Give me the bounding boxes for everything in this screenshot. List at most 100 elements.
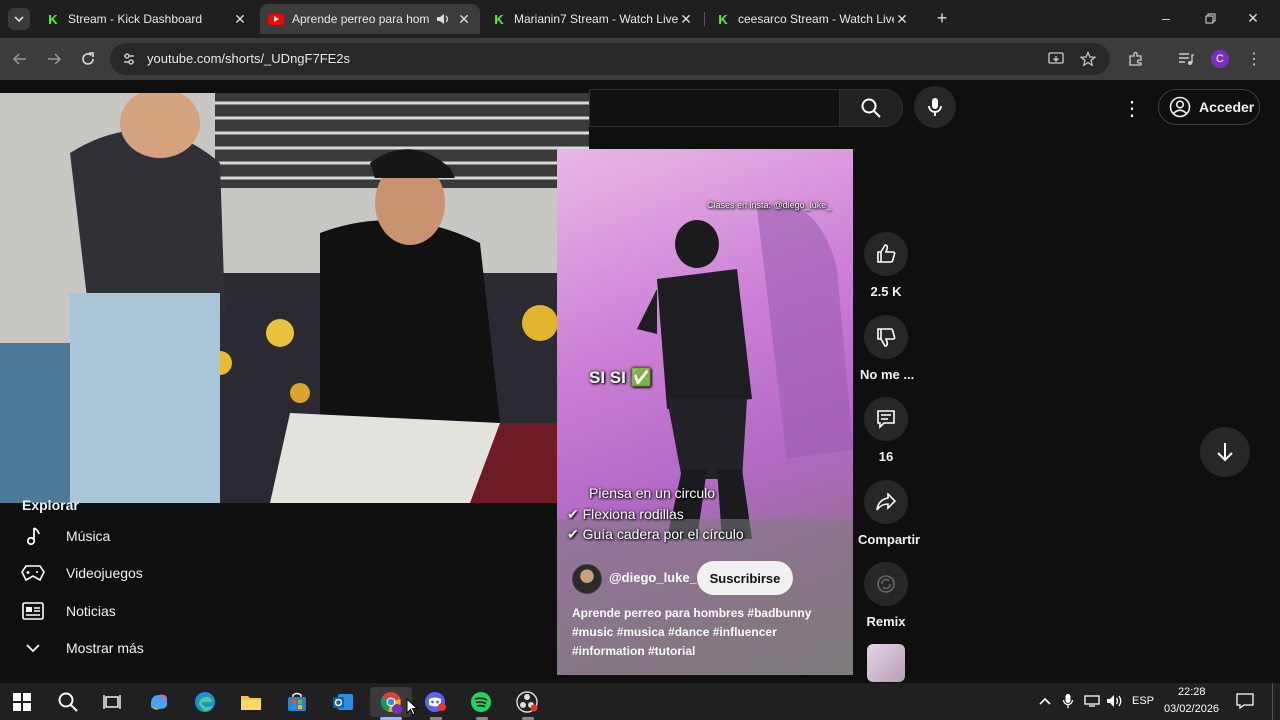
restore-button[interactable]: [1200, 8, 1220, 28]
browser-tab-strip: K Stream - Kick Dashboard ✕ Aprende perr…: [0, 0, 1280, 38]
media-control-button[interactable]: [1176, 49, 1196, 69]
music-note-icon: [20, 524, 46, 548]
close-tab-icon[interactable]: ✕: [678, 11, 694, 28]
share-button[interactable]: Compartir: [858, 480, 921, 547]
search-button[interactable]: [839, 89, 903, 127]
site-info-icon[interactable]: [122, 52, 136, 66]
puzzle-icon: [1129, 51, 1142, 66]
short-title[interactable]: Aprende perreo para hombres #badbunny #m…: [572, 604, 842, 661]
clock-time[interactable]: 22:28: [1178, 686, 1206, 698]
reload-button[interactable]: [78, 49, 98, 69]
taskbar-app-file-explorer[interactable]: [235, 687, 267, 717]
voice-search-button[interactable]: [914, 86, 956, 128]
minimize-button[interactable]: –: [1156, 8, 1176, 28]
extensions-button[interactable]: [1126, 49, 1146, 69]
sign-in-button[interactable]: Acceder: [1158, 89, 1260, 125]
network-tray-button[interactable]: [1083, 694, 1101, 713]
show-desktop-button[interactable]: [1272, 683, 1280, 720]
edge-icon: [195, 692, 215, 712]
notifications-button[interactable]: [1236, 693, 1254, 714]
bookmark-star-icon[interactable]: [1080, 51, 1096, 67]
spotify-icon: [471, 692, 491, 712]
browser-tab[interactable]: K Stream - Kick Dashboard ✕: [38, 4, 256, 34]
next-short-button[interactable]: [1200, 427, 1250, 477]
sign-in-label: Acceder: [1199, 99, 1255, 115]
notification-icon: [1236, 693, 1254, 710]
gamepad-icon: [20, 561, 46, 585]
speaker-icon[interactable]: [436, 13, 450, 25]
browser-menu-button[interactable]: ⋮: [1244, 49, 1264, 69]
share-label: Compartir: [858, 532, 921, 547]
taskbar-app-discord[interactable]: [419, 687, 451, 717]
forward-button[interactable]: [44, 49, 64, 69]
show-more-button[interactable]: Mostrar más: [20, 630, 144, 666]
clock-date[interactable]: 03/02/2026: [1164, 703, 1219, 715]
hashtag-link[interactable]: #badbunny: [747, 606, 811, 620]
sidebar-section-title: Explorar: [22, 497, 79, 513]
close-tab-icon[interactable]: ✕: [232, 11, 248, 28]
close-tab-icon[interactable]: ✕: [456, 11, 472, 28]
sidebar-item-musica[interactable]: Música: [20, 518, 110, 554]
close-tab-icon[interactable]: ✕: [894, 11, 910, 28]
taskbar-app-copilot[interactable]: [143, 687, 175, 717]
task-view-button[interactable]: [96, 687, 128, 717]
hashtag-link[interactable]: #information #tutorial: [572, 644, 695, 658]
youtube-icon: [268, 13, 284, 25]
volume-tray-button[interactable]: [1106, 694, 1124, 713]
tab-title: Stream - Kick Dashboard: [68, 12, 203, 26]
close-window-button[interactable]: ✕: [1243, 8, 1263, 28]
microphone-icon: [928, 98, 942, 116]
show-hidden-icons-button[interactable]: [1038, 693, 1052, 711]
taskbar-app-outlook[interactable]: [327, 687, 359, 717]
search-input[interactable]: [589, 89, 839, 127]
short-title-text: Aprende perreo para hombres: [572, 606, 748, 620]
microphone-tray-button[interactable]: [1062, 693, 1074, 714]
taskbar-app-edge[interactable]: [189, 687, 221, 717]
more-options-button[interactable]: ⋮: [1122, 96, 1142, 120]
hashtag-link[interactable]: #music #musica #dance #influencer: [572, 625, 777, 639]
tab-title: Aprende perreo para hombres #badbunny: [292, 12, 430, 26]
new-tab-button[interactable]: +: [932, 8, 952, 28]
windows-logo-icon: [13, 693, 31, 711]
back-button[interactable]: [10, 49, 30, 69]
store-icon: [288, 692, 306, 711]
start-button[interactable]: [6, 687, 38, 717]
thumbs-down-icon: [864, 315, 908, 359]
taskbar-app-store[interactable]: [281, 687, 313, 717]
browser-toolbar: youtube.com/shorts/_UDngF7FE2s C ⋮: [0, 38, 1280, 80]
taskbar-app-obs[interactable]: [511, 687, 543, 717]
install-app-icon[interactable]: [1048, 51, 1064, 67]
windows-taskbar: ESP 22:28 03/02/2026: [0, 683, 1280, 720]
comments-button[interactable]: 16: [860, 397, 912, 464]
search-icon: [58, 692, 78, 712]
channel-avatar[interactable]: [572, 564, 602, 594]
address-bar[interactable]: youtube.com/shorts/_UDngF7FE2s: [110, 43, 1110, 75]
reload-icon: [82, 52, 94, 65]
media-queue-icon: [1179, 53, 1194, 65]
taskbar-app-spotify[interactable]: [465, 687, 497, 717]
remix-button[interactable]: Remix: [860, 562, 912, 629]
profile-avatar[interactable]: C: [1210, 49, 1230, 69]
outlook-icon: [333, 694, 353, 710]
browser-tab-active[interactable]: Aprende perreo para hombres #badbunny ✕: [260, 4, 480, 34]
subscribe-button[interactable]: Suscribirse: [697, 561, 793, 595]
channel-name[interactable]: @diego_luke_: [609, 570, 697, 585]
newspaper-icon: [20, 599, 46, 623]
browser-tab[interactable]: K Marianin7 Stream - Watch Live ✕: [484, 4, 702, 34]
sound-thumbnail[interactable]: [867, 644, 905, 682]
language-indicator[interactable]: ESP: [1132, 695, 1154, 707]
tab-search-button[interactable]: [8, 8, 30, 30]
short-video-player[interactable]: Clases en insta: @diego_luke_ SI SI ✅ Pi…: [557, 149, 853, 675]
obs-icon: [516, 691, 538, 713]
short-overlay-line: ✔ Guía cadera por el círculo: [567, 526, 744, 542]
sidebar-item-label: Noticias: [66, 603, 116, 619]
sidebar-item-videojuegos[interactable]: Videojuegos: [20, 555, 143, 591]
short-watermark: Clases en insta: @diego_luke_: [707, 200, 832, 210]
sidebar-item-noticias[interactable]: Noticias: [20, 593, 116, 629]
taskbar-search-button[interactable]: [52, 687, 84, 717]
browser-tab[interactable]: K ceesarco Stream - Watch Live on Kick ✕: [708, 4, 918, 34]
like-button[interactable]: 2.5 K: [860, 232, 912, 299]
dislike-button[interactable]: No me ...: [860, 315, 914, 382]
chrome-profile-badge: [392, 704, 402, 714]
mouse-cursor-icon: [406, 698, 418, 716]
